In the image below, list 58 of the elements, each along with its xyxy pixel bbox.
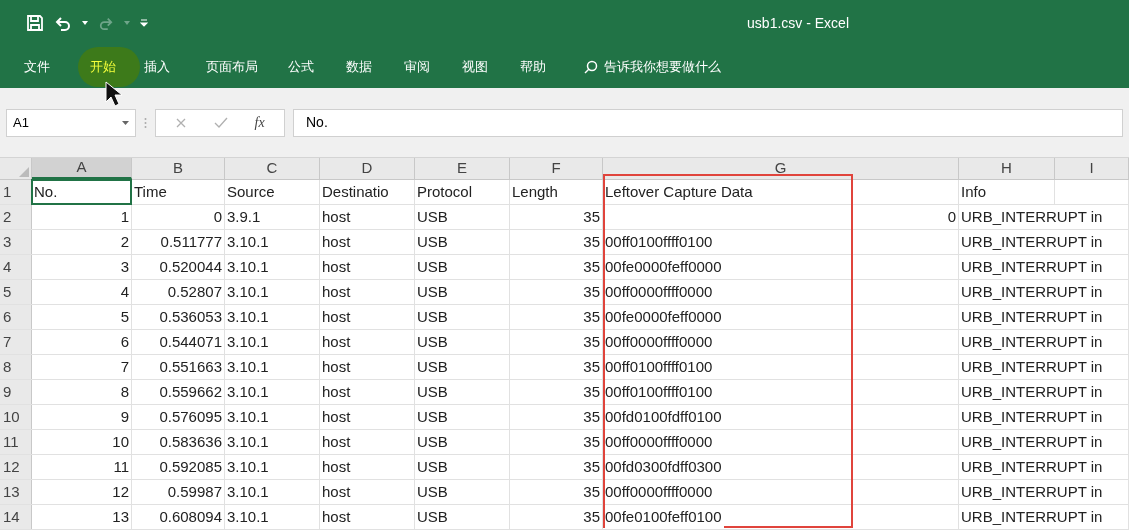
row-header[interactable]: 1 bbox=[0, 180, 32, 204]
row-header[interactable]: 2 bbox=[0, 205, 32, 229]
ribbon-tab[interactable]: 帮助 bbox=[516, 47, 574, 87]
column-header[interactable]: G bbox=[603, 158, 959, 179]
undo-icon[interactable] bbox=[54, 15, 72, 31]
table-cell: URB_INTERRUPT in bbox=[961, 505, 1105, 529]
row-header[interactable]: 8 bbox=[0, 355, 32, 379]
row-header[interactable]: 9 bbox=[0, 380, 32, 404]
table-cell: URB_INTERRUPT in bbox=[961, 230, 1105, 254]
table-cell: URB_INTERRUPT in bbox=[961, 305, 1105, 329]
save-icon[interactable] bbox=[26, 14, 44, 32]
search-icon bbox=[584, 60, 598, 74]
grip-icon bbox=[144, 116, 147, 129]
column-header[interactable]: E bbox=[415, 158, 510, 179]
row-header[interactable]: 12 bbox=[0, 455, 32, 479]
table-cell: URB_INTERRUPT in bbox=[961, 280, 1105, 304]
row-header[interactable]: 7 bbox=[0, 330, 32, 354]
table-cell: URB_INTERRUPT in bbox=[961, 330, 1105, 354]
table-cell: URB_INTERRUPT in bbox=[961, 355, 1105, 379]
table-cell: URB_INTERRUPT in bbox=[961, 255, 1105, 279]
formula-field[interactable]: No. bbox=[293, 108, 1123, 137]
row-header[interactable]: 14 bbox=[0, 505, 32, 529]
row-header[interactable]: 10 bbox=[0, 405, 32, 429]
column-header[interactable]: F bbox=[510, 158, 603, 179]
ribbon-tab[interactable]: 文件 bbox=[20, 47, 78, 87]
ribbon-tab[interactable]: 开始 bbox=[78, 47, 140, 87]
name-box[interactable]: A1 bbox=[6, 108, 136, 137]
row-header[interactable]: 11 bbox=[0, 430, 32, 454]
column-header[interactable]: D bbox=[320, 158, 415, 179]
check-icon[interactable] bbox=[213, 116, 228, 129]
column-header[interactable]: C bbox=[225, 158, 320, 179]
column-header[interactable]: I bbox=[1055, 158, 1129, 179]
caret-icon[interactable] bbox=[82, 21, 88, 25]
tell-me-field[interactable]: 告诉我你想要做什么 bbox=[584, 57, 721, 77]
row-header[interactable]: 3 bbox=[0, 230, 32, 254]
caret-icon[interactable] bbox=[122, 120, 129, 125]
ribbon-tab[interactable]: 审阅 bbox=[400, 47, 458, 87]
ribbon-tab[interactable]: 公式 bbox=[284, 47, 342, 87]
ribbon-tab[interactable]: 视图 bbox=[458, 47, 516, 87]
ribbon-tab[interactable]: 插入 bbox=[140, 47, 202, 87]
customize-icon[interactable] bbox=[140, 19, 148, 27]
table-cell: URB_INTERRUPT in bbox=[961, 380, 1105, 404]
row-header[interactable]: 4 bbox=[0, 255, 32, 279]
row-header[interactable]: 6 bbox=[0, 305, 32, 329]
table-cell: URB_INTERRUPT in bbox=[961, 480, 1105, 504]
column-header[interactable]: A bbox=[32, 158, 132, 179]
ribbon-tab[interactable]: 页面布局 bbox=[202, 47, 284, 87]
table-cell: URB_INTERRUPT in bbox=[961, 455, 1105, 479]
column-header[interactable]: B bbox=[132, 158, 225, 179]
table-cell: URB_INTERRUPT in bbox=[961, 430, 1105, 454]
window-title: usb1.csv - Excel bbox=[747, 13, 849, 33]
function-button[interactable]: fx bbox=[254, 112, 265, 133]
table-cell: URB_INTERRUPT in bbox=[961, 205, 1105, 229]
ribbon-tab[interactable]: 数据 bbox=[342, 47, 400, 87]
table-cell: URB_INTERRUPT in bbox=[961, 405, 1105, 429]
row-header[interactable]: 13 bbox=[0, 480, 32, 504]
column-header[interactable]: H bbox=[959, 158, 1055, 179]
row-header[interactable]: 5 bbox=[0, 280, 32, 304]
